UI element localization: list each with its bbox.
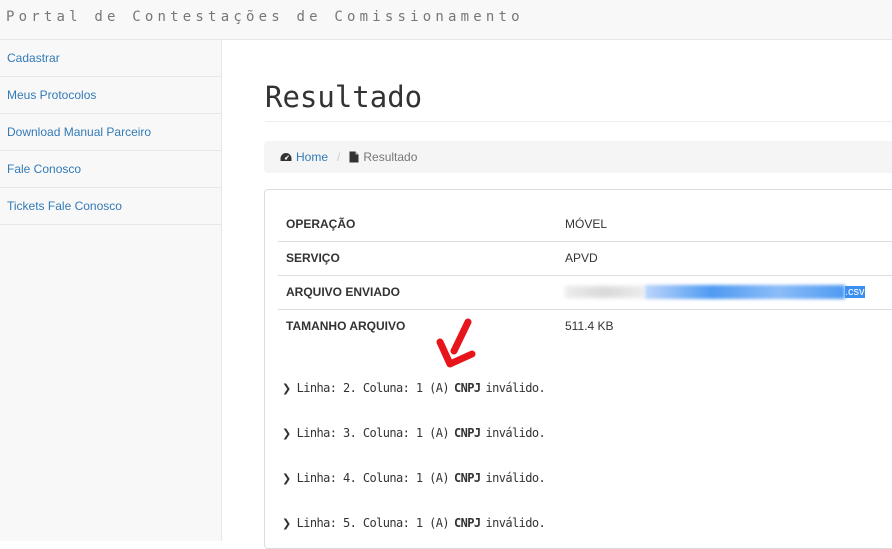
file-icon [349,151,359,163]
error-message: inválido. [485,426,546,440]
filename-extension: .csv [845,286,865,299]
error-location: Linha: 2. Coluna: 1 (A) [296,381,450,395]
annotation-arrow-icon [436,318,480,375]
sidebar-item-label[interactable]: Cadastrar [7,51,60,65]
list-item: ❯ Linha: 3. Coluna: 1 (A) CNPJ inválido. [282,426,546,440]
sidebar-item-download-manual[interactable]: Download Manual Parceiro [0,114,221,151]
dashboard-icon [280,152,292,163]
upload-info-table: OPERAÇÃO MÓVEL SERVIÇO APVD ARQUIVO ENVI… [278,207,892,343]
error-message: inválido. [485,471,546,485]
error-location: Linha: 4. Coluna: 1 (A) [296,471,450,485]
error-message: inválido. [485,516,546,530]
error-field: CNPJ [454,516,481,530]
breadcrumb-home-link[interactable]: Home [280,150,328,164]
table-row: OPERAÇÃO MÓVEL [278,207,892,241]
title-divider [265,121,892,122]
sidebar-item-tickets[interactable]: Tickets Fale Conosco [0,188,221,225]
sidebar-item-meus-protocolos[interactable]: Meus Protocolos [0,77,221,114]
redacted-filename-selected [645,285,845,300]
page-title: Resultado [265,80,423,114]
redacted-filename-part [565,286,645,299]
info-value-arquivo: .csv [557,274,892,309]
sidebar-item-cadastrar[interactable]: Cadastrar [0,40,221,77]
app-brand[interactable]: Portal de Contestações de Comissionament… [6,9,524,25]
breadcrumb: Home / Resultado [264,141,892,173]
list-item: ❯ Linha: 4. Coluna: 1 (A) CNPJ inválido. [282,471,546,485]
sidebar: Cadastrar Meus Protocolos Download Manua… [0,40,222,541]
breadcrumb-current: Resultado [349,150,417,164]
sidebar-item-label[interactable]: Download Manual Parceiro [7,125,151,139]
table-row: TAMANHO ARQUIVO 511.4 KB [278,308,892,343]
error-field: CNPJ [454,471,481,485]
list-item: ❯ Linha: 5. Coluna: 1 (A) CNPJ inválido. [282,516,546,530]
error-location: Linha: 3. Coluna: 1 (A) [296,426,450,440]
breadcrumb-home-label[interactable]: Home [296,150,328,164]
top-navbar: Portal de Contestações de Comissionament… [0,0,892,40]
sidebar-item-label[interactable]: Tickets Fale Conosco [7,199,122,213]
info-value-tamanho: 511.4 KB [557,308,892,343]
breadcrumb-current-label: Resultado [363,150,418,164]
info-value-servico: APVD [557,240,892,275]
sidebar-item-label[interactable]: Meus Protocolos [7,88,96,102]
table-row: ARQUIVO ENVIADO .csv [278,274,892,309]
chevron-right-icon: ❯ [282,516,291,530]
error-message: inválido. [485,381,546,395]
info-label-operacao: OPERAÇÃO [286,216,356,231]
info-label-tamanho: TAMANHO ARQUIVO [278,308,557,343]
sidebar-item-label[interactable]: Fale Conosco [7,162,81,176]
breadcrumb-separator: / [337,150,341,164]
info-label-arquivo: ARQUIVO ENVIADO [278,274,557,309]
table-row: SERVIÇO APVD [278,240,892,275]
chevron-right-icon: ❯ [282,471,291,485]
error-field: CNPJ [454,426,481,440]
error-location: Linha: 5. Coluna: 1 (A) [296,516,450,530]
error-field: CNPJ [454,381,481,395]
sidebar-item-fale-conosco[interactable]: Fale Conosco [0,151,221,188]
chevron-right-icon: ❯ [282,381,291,395]
chevron-right-icon: ❯ [282,426,291,440]
list-item: ❯ Linha: 2. Coluna: 1 (A) CNPJ inválido. [282,381,546,395]
info-value-operacao: MÓVEL [565,216,608,231]
info-label-servico: SERVIÇO [278,240,557,275]
